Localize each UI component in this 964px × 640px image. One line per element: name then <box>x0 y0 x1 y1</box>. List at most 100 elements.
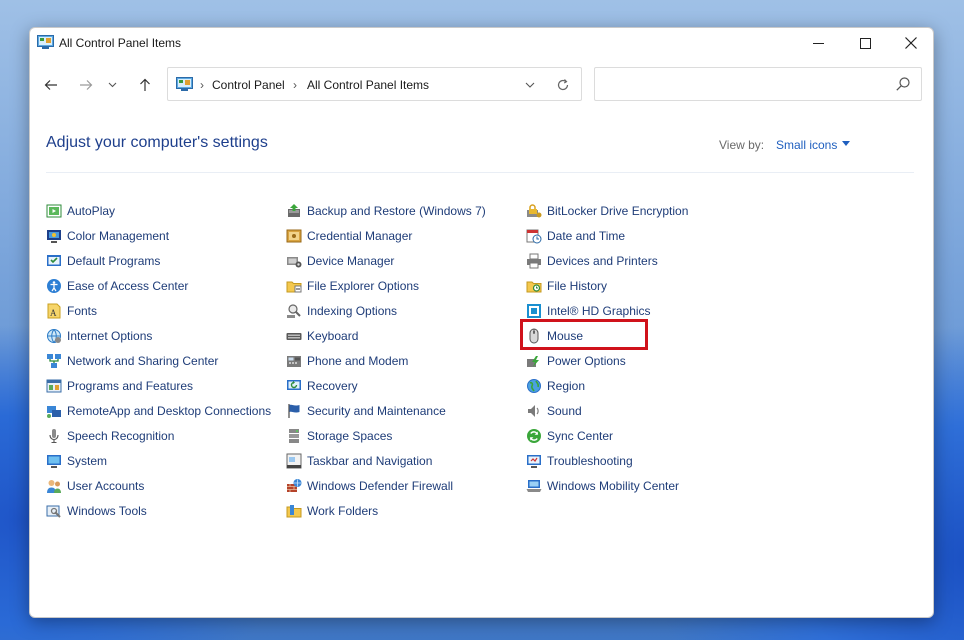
forward-button[interactable] <box>75 71 97 99</box>
view-by-label: View by: <box>719 138 765 152</box>
item-devices-printers[interactable]: Devices and Printers <box>526 248 688 273</box>
microphone-icon <box>49 428 59 443</box>
recent-locations-button[interactable] <box>105 71 119 99</box>
speaker-icon <box>528 404 539 417</box>
address-dropdown-button[interactable] <box>521 76 539 94</box>
breadcrumb-control-panel[interactable]: Control Panel <box>212 78 285 92</box>
credential-icon <box>286 229 302 242</box>
item-speech-recognition[interactable]: Speech Recognition <box>46 423 271 448</box>
item-remoteapp[interactable]: RemoteApp and Desktop Connections <box>46 398 271 423</box>
close-button[interactable] <box>888 28 933 58</box>
item-defender-firewall[interactable]: Windows Defender Firewall <box>286 473 486 498</box>
title-bar[interactable]: All Control Panel Items <box>30 28 933 58</box>
arrow-left-icon <box>44 80 57 90</box>
chevron-right-icon: › <box>293 78 297 92</box>
item-work-folders[interactable]: Work Folders <box>286 498 486 523</box>
item-mouse[interactable]: Mouse <box>526 323 688 348</box>
breadcrumb-all-items[interactable]: All Control Panel Items <box>307 78 429 92</box>
programs-icon <box>46 379 62 392</box>
up-button[interactable] <box>134 71 156 99</box>
item-user-accounts[interactable]: User Accounts <box>46 473 271 498</box>
file-history-icon <box>526 281 542 292</box>
maximize-icon <box>859 37 871 49</box>
search-icon[interactable] <box>895 76 911 92</box>
control-panel-icon <box>176 77 193 91</box>
item-power-options[interactable]: Power Options <box>526 348 688 373</box>
storage-icon <box>289 428 299 443</box>
item-troubleshooting[interactable]: Troubleshooting <box>526 448 688 473</box>
fonts-icon: A <box>47 303 61 318</box>
item-intel-graphics[interactable]: Intel® HD Graphics <box>526 298 688 323</box>
item-fonts[interactable]: A Fonts <box>46 298 271 323</box>
windows-tools-icon <box>46 505 61 518</box>
item-network-sharing[interactable]: Network and Sharing Center <box>46 348 271 373</box>
ease-of-access-icon <box>47 278 61 293</box>
item-ease-of-access[interactable]: Ease of Access Center <box>46 273 271 298</box>
backup-icon <box>288 203 300 217</box>
item-sync-center[interactable]: Sync Center <box>526 423 688 448</box>
internet-options-icon <box>47 328 61 343</box>
user-accounts-icon <box>47 479 61 493</box>
item-device-manager[interactable]: Device Manager <box>286 248 486 273</box>
search-input[interactable] <box>601 74 881 94</box>
arrow-up-icon <box>140 78 150 91</box>
item-credential-manager[interactable]: Credential Manager <box>286 223 486 248</box>
maximize-button[interactable] <box>842 28 888 58</box>
close-icon <box>905 37 917 49</box>
search-box[interactable] <box>594 67 922 101</box>
indexing-icon <box>287 303 301 318</box>
item-windows-tools[interactable]: Windows Tools <box>46 498 271 523</box>
refresh-button[interactable] <box>554 76 572 94</box>
item-taskbar-navigation[interactable]: Taskbar and Navigation <box>286 448 486 473</box>
item-default-programs[interactable]: Default Programs <box>46 248 271 273</box>
item-bitlocker[interactable]: BitLocker Drive Encryption <box>526 198 688 223</box>
item-sound[interactable]: Sound <box>526 398 688 423</box>
item-file-history[interactable]: File History <box>526 273 688 298</box>
work-folders-icon <box>286 504 302 517</box>
item-security-maintenance[interactable]: Security and Maintenance <box>286 398 486 423</box>
back-button[interactable] <box>40 71 62 99</box>
items-column-3: BitLocker Drive Encryption Date and Time… <box>526 198 688 498</box>
page-title: Adjust your computer's settings <box>46 134 268 151</box>
folder-options-icon <box>286 281 302 292</box>
control-panel-window: All Control Panel Items › Control Panel … <box>29 27 934 618</box>
caret-down-icon[interactable] <box>842 141 850 147</box>
printer-icon <box>527 253 541 268</box>
chevron-right-icon: › <box>200 78 204 92</box>
bitlocker-icon <box>527 203 542 217</box>
item-indexing-options[interactable]: Indexing Options <box>286 298 486 323</box>
minimize-button[interactable] <box>795 28 841 58</box>
item-system[interactable]: System <box>46 448 271 473</box>
view-by-dropdown[interactable]: Small icons <box>776 138 837 152</box>
item-file-explorer-options[interactable]: File Explorer Options <box>286 273 486 298</box>
autoplay-icon <box>46 204 62 217</box>
intel-graphics-icon <box>527 303 541 318</box>
item-programs-features[interactable]: Programs and Features <box>46 373 271 398</box>
item-phone-modem[interactable]: Phone and Modem <box>286 348 486 373</box>
item-backup-restore[interactable]: Backup and Restore (Windows 7) <box>286 198 486 223</box>
items-column-2: Backup and Restore (Windows 7) Credentia… <box>286 198 486 523</box>
item-recovery[interactable]: Recovery <box>286 373 486 398</box>
default-programs-icon <box>47 254 61 266</box>
item-region[interactable]: Region <box>526 373 688 398</box>
item-autoplay[interactable]: AutoPlay <box>46 198 271 223</box>
color-management-icon <box>47 229 61 243</box>
device-manager-icon <box>287 256 302 267</box>
header-divider <box>46 172 914 173</box>
chevron-down-icon <box>525 82 535 88</box>
sync-icon <box>527 428 541 443</box>
globe-icon <box>527 378 541 393</box>
item-color-management[interactable]: Color Management <box>46 223 271 248</box>
item-mobility-center[interactable]: Windows Mobility Center <box>526 473 688 498</box>
item-internet-options[interactable]: Internet Options <box>46 323 271 348</box>
item-date-time[interactable]: Date and Time <box>526 223 688 248</box>
minimize-icon <box>812 42 824 44</box>
svg-text:A: A <box>50 308 57 318</box>
address-bar[interactable]: › Control Panel › All Control Panel Item… <box>167 67 582 101</box>
recovery-icon <box>287 379 301 390</box>
chevron-down-icon <box>108 82 116 88</box>
network-icon <box>47 353 61 368</box>
item-storage-spaces[interactable]: Storage Spaces <box>286 423 486 448</box>
item-keyboard[interactable]: Keyboard <box>286 323 486 348</box>
remoteapp-icon <box>47 405 61 418</box>
